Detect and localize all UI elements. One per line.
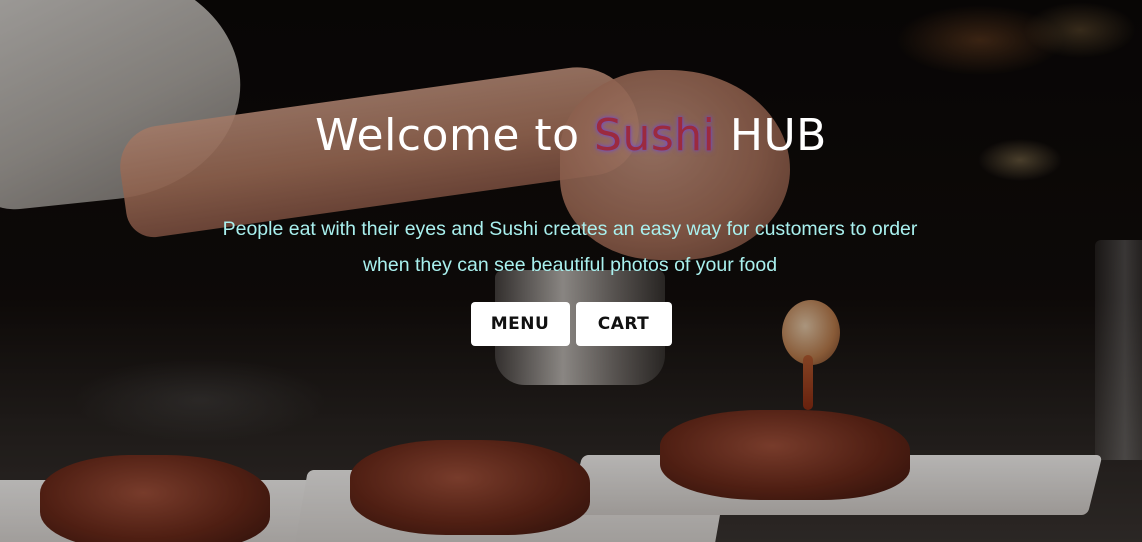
hero-buttons: MENU CART xyxy=(0,302,1142,346)
title-prefix: Welcome to xyxy=(315,110,595,161)
cart-button[interactable]: CART xyxy=(575,302,672,346)
hero-section: Welcome to Sushi HUB People eat with the… xyxy=(0,0,1142,542)
title-brand: Sushi xyxy=(594,110,716,161)
title-suffix: HUB xyxy=(715,110,827,161)
menu-button[interactable]: MENU xyxy=(470,302,570,346)
hero-tagline: People eat with their eyes and Sushi cre… xyxy=(222,218,918,276)
hero-title: Welcome to Sushi HUB xyxy=(0,108,1142,164)
hero-content: Welcome to Sushi HUB People eat with the… xyxy=(0,0,1142,542)
